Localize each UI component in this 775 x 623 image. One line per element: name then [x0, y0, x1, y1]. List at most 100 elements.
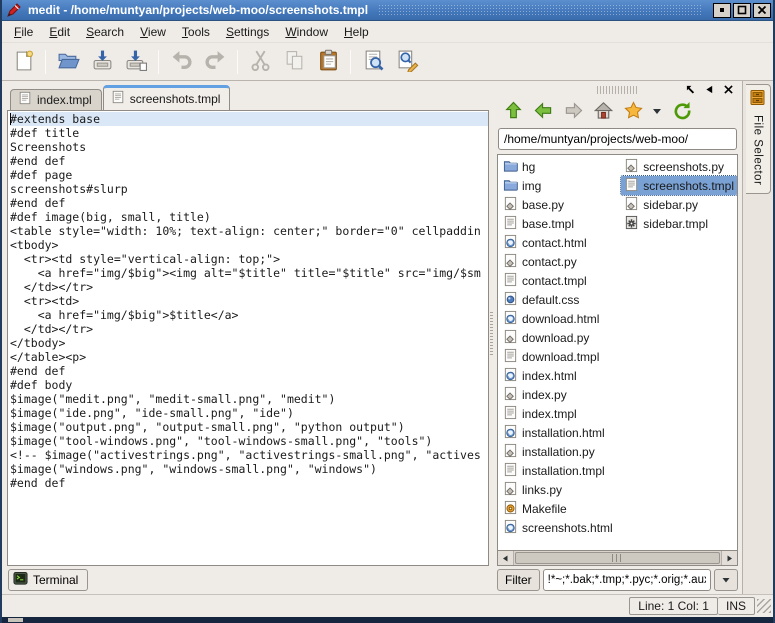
code-line-23[interactable]: $image("output.png", "output-small.png",… [10, 420, 488, 434]
code-line-25[interactable]: <!-- $image("activestrings.png", "active… [10, 448, 488, 462]
file-name: installation.tmpl [522, 464, 605, 478]
code-line-16[interactable]: </td></tr> [10, 322, 488, 336]
detach-panel-icon[interactable] [686, 83, 695, 97]
file-item-screenshots-py[interactable]: screenshots.py [621, 157, 737, 176]
code-line-15[interactable]: <a href="img/$big">$title</a> [10, 308, 488, 322]
file-item-sidebar-py[interactable]: sidebar.py [621, 195, 737, 214]
find-button[interactable] [356, 47, 390, 77]
menu-settings[interactable]: Settings [218, 22, 277, 42]
tab-index-tmpl[interactable]: index.tmpl [10, 89, 102, 110]
file-item-download-tmpl[interactable]: download.tmpl [500, 347, 621, 366]
code-line-5[interactable]: #def page [10, 168, 488, 182]
paste-button[interactable] [311, 47, 345, 77]
bookmarks-button[interactable] [620, 99, 646, 125]
up-button[interactable] [500, 99, 526, 125]
code-line-21[interactable]: $image("medit.png", "medit-small.png", "… [10, 392, 488, 406]
code-line-17[interactable]: </tbody> [10, 336, 488, 350]
resize-grip[interactable] [757, 599, 771, 613]
code-line-20[interactable]: #def body [10, 378, 488, 392]
file-name: sidebar.tmpl [643, 217, 708, 231]
file-item-Makefile[interactable]: Makefile [500, 499, 621, 518]
hide-panel-icon[interactable] [705, 83, 714, 97]
new-document-button[interactable] [6, 47, 40, 77]
file-item-index-tmpl[interactable]: index.tmpl [500, 404, 621, 423]
code-line-3[interactable]: Screenshots [10, 140, 488, 154]
replace-button[interactable] [390, 47, 424, 77]
code-line-9[interactable]: <table style="width: 10%; text-align: ce… [10, 224, 488, 238]
copy-icon [283, 49, 306, 75]
code-line-22[interactable]: $image("ide.png", "ide-small.png", "ide"… [10, 406, 488, 420]
scroll-left-icon[interactable] [498, 551, 514, 565]
back-button[interactable] [530, 99, 556, 125]
titlebar[interactable]: medit - /home/muntyan/projects/web-moo/s… [2, 0, 773, 21]
code-line-13[interactable]: </td></tr> [10, 280, 488, 294]
file-item-links-py[interactable]: links.py [500, 480, 621, 499]
file-item-download-py[interactable]: download.py [500, 328, 621, 347]
file-item-download-html[interactable]: download.html [500, 309, 621, 328]
menu-edit[interactable]: Edit [41, 22, 78, 42]
bookmarks-menu-button[interactable] [650, 99, 664, 125]
code-line-19[interactable]: #end def [10, 364, 488, 378]
open-button[interactable] [51, 47, 85, 77]
file-item-contact-html[interactable]: contact.html [500, 233, 621, 252]
close-panel-icon[interactable] [724, 83, 733, 97]
code-editor[interactable]: #extends base#def titleScreenshots#end d… [7, 110, 489, 566]
file-item-base-tmpl[interactable]: base.tmpl [500, 214, 621, 233]
scroll-right-icon[interactable] [721, 551, 737, 565]
file-name: contact.py [522, 255, 577, 269]
file-item-screenshots-html[interactable]: screenshots.html [500, 518, 621, 537]
file-item-sidebar-tmpl[interactable]: sidebar.tmpl [621, 214, 737, 233]
code-line-12[interactable]: <a href="img/$big"><img alt="$title" tit… [10, 266, 488, 280]
menu-help[interactable]: Help [336, 22, 377, 42]
minimize-button[interactable] [713, 3, 731, 18]
filter-dropdown-button[interactable] [714, 569, 738, 591]
file-selector-tab[interactable]: File Selector [746, 84, 771, 194]
file-item-installation-tmpl[interactable]: installation.tmpl [500, 461, 621, 480]
home-button[interactable] [590, 99, 616, 125]
panel-drag-handle[interactable] [556, 86, 678, 94]
file-item-screenshots-tmpl[interactable]: screenshots.tmpl [621, 176, 737, 195]
file-item-base-py[interactable]: base.py [500, 195, 621, 214]
code-line-18[interactable]: </table><p> [10, 350, 488, 364]
filter-toggle-button[interactable]: Filter [497, 569, 540, 591]
path-entry[interactable] [498, 128, 737, 150]
file-item-index-py[interactable]: index.py [500, 385, 621, 404]
maximize-button[interactable] [733, 3, 751, 18]
code-line-10[interactable]: <tbody> [10, 238, 488, 252]
code-line-6[interactable]: screenshots#slurp [10, 182, 488, 196]
save-as-button[interactable] [119, 47, 153, 77]
file-name: download.py [522, 331, 589, 345]
code-line-7[interactable]: #end def [10, 196, 488, 210]
code-line-14[interactable]: <tr><td> [10, 294, 488, 308]
tab-screenshots-tmpl[interactable]: screenshots.tmpl [103, 85, 231, 110]
menu-search[interactable]: Search [78, 22, 132, 42]
file-list-hscrollbar[interactable] [497, 550, 738, 566]
code-line-2[interactable]: #def title [10, 126, 488, 140]
file-item-index-html[interactable]: index.html [500, 366, 621, 385]
menu-view[interactable]: View [132, 22, 174, 42]
refresh-button[interactable] [668, 99, 694, 125]
pane-splitter[interactable] [489, 81, 494, 594]
file-item-installation-html[interactable]: installation.html [500, 423, 621, 442]
close-button[interactable] [753, 3, 771, 18]
file-item-contact-tmpl[interactable]: contact.tmpl [500, 271, 621, 290]
code-line-8[interactable]: #def image(big, small, title) [10, 210, 488, 224]
terminal-button[interactable]: Terminal [8, 569, 88, 591]
code-line-24[interactable]: $image("tool-windows.png", "tool-windows… [10, 434, 488, 448]
filter-entry[interactable] [543, 569, 711, 591]
code-line-4[interactable]: #end def [10, 154, 488, 168]
code-line-26[interactable]: $image("windows.png", "windows-small.png… [10, 462, 488, 476]
menu-window[interactable]: Window [277, 22, 336, 42]
file-item-hg[interactable]: hg [500, 157, 621, 176]
hscrollbar-thumb[interactable] [515, 552, 720, 564]
file-item-img[interactable]: img [500, 176, 621, 195]
file-item-contact-py[interactable]: contact.py [500, 252, 621, 271]
code-line-11[interactable]: <tr><td style="vertical-align: top;"> [10, 252, 488, 266]
code-line-1[interactable]: #extends base [10, 112, 488, 126]
code-line-27[interactable]: #end def [10, 476, 488, 490]
save-button[interactable] [85, 47, 119, 77]
menu-file[interactable]: File [6, 22, 41, 42]
menu-tools[interactable]: Tools [174, 22, 218, 42]
file-item-installation-py[interactable]: installation.py [500, 442, 621, 461]
file-item-default-css[interactable]: default.css [500, 290, 621, 309]
